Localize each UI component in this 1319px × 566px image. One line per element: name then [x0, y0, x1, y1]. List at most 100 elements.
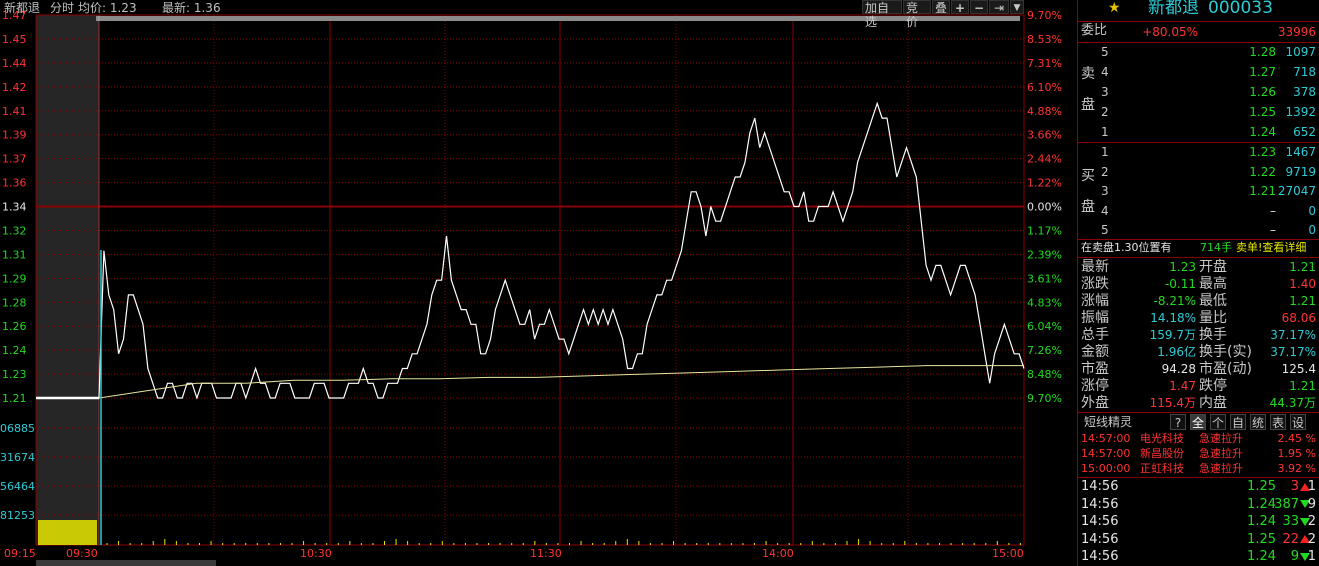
sell-volume: 1392 [1285, 105, 1316, 119]
sell-volume: 718 [1293, 65, 1316, 79]
x-tick: 15:00 [992, 547, 1024, 560]
overlay-button[interactable]: 叠 [932, 0, 950, 15]
sell-level: 3 [1101, 85, 1109, 99]
tick-count: 9 [1307, 496, 1316, 512]
alert-stock[interactable]: 电光科技 [1140, 431, 1184, 447]
y-right-tick: 3.61% [1027, 272, 1062, 285]
buy-level: 4 [1101, 203, 1109, 218]
y-right-tick: 8.48% [1027, 368, 1062, 381]
sprite-tab[interactable]: 个 [1210, 414, 1226, 430]
stat-label: 量比 [1199, 310, 1227, 326]
sell-price[interactable]: 1.26 [1228, 84, 1276, 100]
stat-value: 125.4 [1281, 362, 1316, 376]
sprite-tab[interactable]: 自 [1230, 414, 1246, 430]
buy-volume: 0 [1308, 223, 1316, 237]
tick-count: 2 [1307, 514, 1316, 529]
chart-canvas[interactable]: 1.47 9.70%1.45 8.53%1.44 7.31%1.42 6.10%1.41… [0, 0, 1077, 566]
tick-count: 1 [1307, 479, 1316, 494]
dropdown-icon[interactable]: ▼ [1010, 0, 1024, 14]
stat-value: 37.17% [1270, 328, 1316, 342]
buy-level: 3 [1101, 184, 1109, 198]
y-left-tick: 1.32 [2, 224, 27, 237]
large-order-notice-text: 在卖盘1.30位置有 [1081, 241, 1172, 254]
stat-label: 市盈(动) [1199, 361, 1252, 377]
stat-label: 金额 [1081, 344, 1109, 360]
zoom-in-icon[interactable]: + [951, 0, 969, 15]
y-right-tick: 4.88% [1027, 105, 1062, 118]
stat-label: 总手 [1081, 327, 1109, 343]
y-left-tick: 1.31 [2, 248, 27, 261]
stat-value: 1.21 [1289, 294, 1316, 308]
y-right-tick: 2.39% [1027, 248, 1062, 261]
sprite-tab[interactable]: 统 [1250, 414, 1266, 430]
y-right-tick: 6.10% [1027, 81, 1062, 94]
alert-stock[interactable]: 新昌股份 [1140, 446, 1184, 462]
volume-tick: 56464 [0, 480, 35, 493]
y-left-tick: 1.21 [2, 392, 27, 405]
sell-level: 1 [1101, 125, 1109, 139]
tick-time: 14:56 [1081, 549, 1119, 564]
alert-type: 急速拉升 [1199, 447, 1243, 460]
buy-level: 5 [1101, 223, 1109, 237]
alert-type: 急速拉升 [1199, 432, 1243, 445]
jump-end-icon[interactable]: ⇥ [989, 0, 1009, 15]
stat-label: 换手(实) [1199, 344, 1252, 360]
stat-label: 最低 [1199, 293, 1227, 309]
stat-label: 内盘 [1199, 395, 1227, 411]
sprite-tab[interactable]: 全 [1190, 414, 1206, 430]
stat-label: 最新 [1081, 259, 1109, 275]
panel-stock-name: 新都退 [1148, 0, 1199, 18]
intraday-chart[interactable]: 1.47 9.70% 1.45 8.53% 1.44 7.31% 1.42 6.10% 1.41… [0, 0, 1077, 566]
tick-time: 14:56 [1081, 531, 1119, 547]
large-order-notice-volume: 714手 [1200, 241, 1232, 254]
sell-price[interactable]: 1.24 [1228, 124, 1276, 140]
y-left-tick: 1.39 [2, 129, 27, 142]
alert-type: 急速拉升 [1199, 462, 1243, 475]
weibi-label: 委比 [1081, 23, 1108, 38]
short-term-sprite-label: 短线精灵 [1084, 415, 1133, 429]
y-left-tick: 1.37 [2, 153, 27, 166]
y-left-tick: 1.41 [2, 105, 27, 118]
sell-side-label-1: 卖 [1081, 66, 1095, 82]
sprite-tab[interactable]: 设 [1290, 414, 1306, 430]
avg-price-label: 均价: 1.23 [78, 1, 137, 15]
y-right-tick: 2.44% [1027, 153, 1062, 166]
y-right-tick: 7.26% [1027, 344, 1062, 357]
sprite-tab[interactable]: 表 [1270, 414, 1286, 430]
sell-volume: 652 [1293, 125, 1316, 139]
y-left-tick: 1.34 [2, 201, 27, 214]
alert-time: 14:57:00 [1081, 432, 1131, 445]
auction-button[interactable]: 竞价 [903, 0, 931, 29]
add-watchlist-button[interactable]: 加自选 [862, 0, 902, 29]
buy-side-label-1: 买 [1081, 168, 1095, 184]
y-left-tick: 1.44 [2, 57, 27, 70]
premarket-region [36, 15, 99, 545]
tick-time: 14:56 [1081, 514, 1119, 529]
stat-value: 159.7万 [1149, 328, 1196, 342]
volume-tick: 31674 [0, 451, 35, 464]
sell-price[interactable]: 1.28 [1228, 44, 1276, 60]
large-order-detail-link[interactable]: 卖单!查看详细 [1236, 240, 1306, 256]
sell-volume: 378 [1293, 85, 1316, 99]
buy-volume: 1467 [1285, 145, 1316, 159]
y-left-tick: 1.29 [2, 272, 27, 285]
x-tick: 09:15 [4, 547, 36, 560]
y-right-tick: 6.04% [1027, 320, 1062, 333]
y-left-tick: 1.26 [2, 320, 27, 333]
volume-tick: 06885 [0, 422, 35, 435]
y-left-tick: 1.23 [2, 368, 27, 381]
stat-value: 115.4万 [1149, 396, 1196, 410]
star-icon[interactable]: ★ [1108, 0, 1121, 16]
mode-label: 分时 [50, 1, 75, 15]
stat-value: 1.21 [1289, 379, 1316, 393]
stat-label: 涨停 [1081, 378, 1109, 394]
sprite-tab[interactable]: ? [1170, 414, 1186, 430]
zoom-out-icon[interactable]: − [970, 0, 988, 15]
sell-side-label-2: 盘 [1081, 97, 1095, 113]
y-right-tick: 1.22% [1027, 177, 1062, 190]
alert-stock[interactable]: 正虹科技 [1140, 461, 1184, 477]
sell-price[interactable]: 1.25 [1228, 104, 1276, 120]
sell-price[interactable]: 1.27 [1228, 64, 1276, 80]
x-tick: 11:30 [530, 547, 562, 560]
weibi-value: 33996 [1277, 25, 1316, 39]
